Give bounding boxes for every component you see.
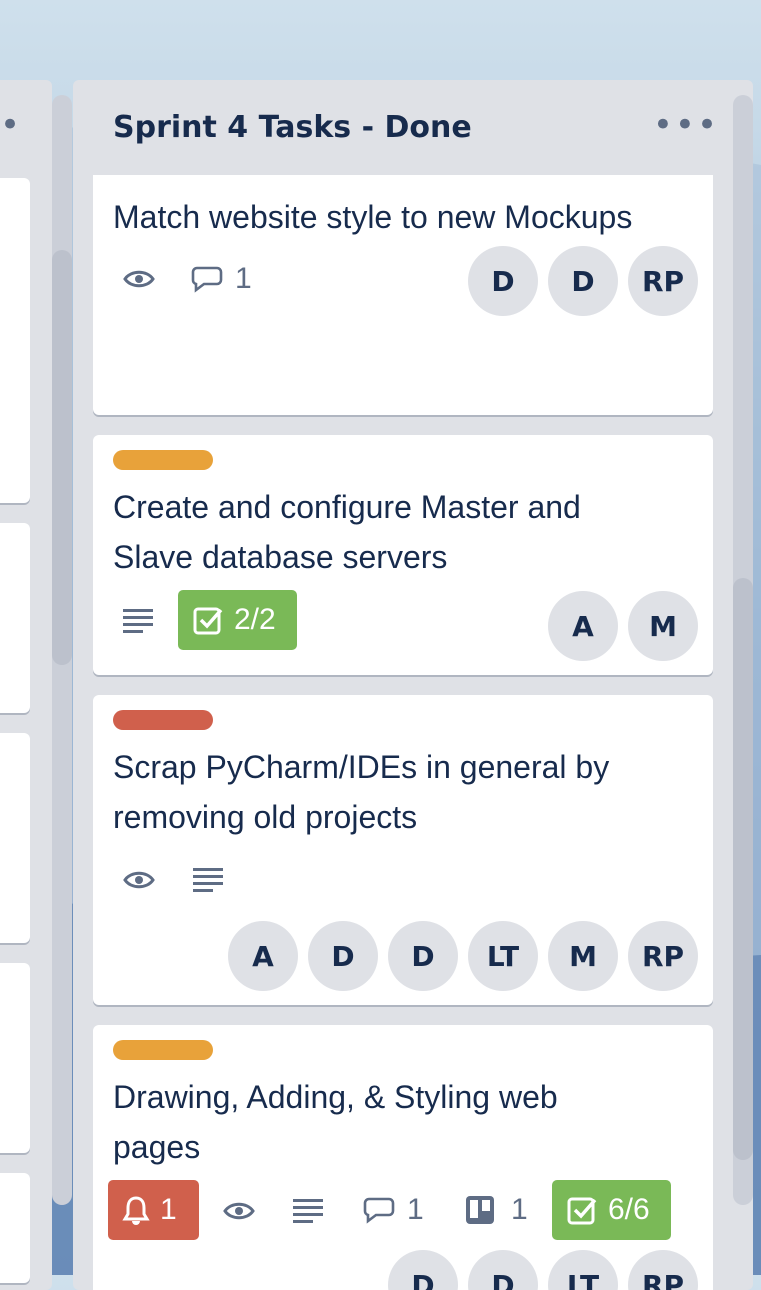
more-horizontal-icon[interactable]: ••• (653, 108, 719, 142)
member-avatar[interactable]: A (228, 921, 298, 991)
card-match-website-style[interactable]: Match website style to new Mockups 1 D D… (93, 175, 713, 415)
eye-icon (223, 1199, 255, 1223)
member-avatar[interactable]: D (548, 246, 618, 316)
checklist-icon (193, 607, 223, 635)
cards-container: Match website style to new Mockups 1 D D… (93, 175, 713, 1290)
description-icon (293, 1197, 325, 1223)
card-label-orange[interactable] (113, 1040, 213, 1060)
card-master-slave-db[interactable]: Create and configure Master and Slave da… (93, 435, 713, 675)
previous-list-card[interactable] (0, 178, 30, 503)
member-avatar[interactable]: LT (548, 1250, 618, 1290)
member-avatar[interactable]: D (308, 921, 378, 991)
card-title: Match website style to new Mockups (113, 199, 633, 235)
checklist-badge: 2/2 (178, 590, 297, 650)
previous-list-card[interactable] (0, 963, 30, 1153)
sprint-list: Sprint 4 Tasks - Done ••• Match website … (73, 80, 753, 1290)
member-avatar[interactable]: D (388, 921, 458, 991)
card-title: Scrap PyCharm/IDEs in general by removin… (113, 749, 610, 835)
comment-badge: 1 (363, 1193, 424, 1227)
description-icon (123, 607, 155, 633)
member-avatar[interactable]: RP (628, 1250, 698, 1290)
comment-badge: 1 (191, 262, 252, 296)
checklist-badge: 6/6 (552, 1180, 671, 1240)
member-avatar[interactable]: D (468, 1250, 538, 1290)
member-avatar[interactable]: A (548, 591, 618, 661)
comment-icon (363, 1197, 395, 1224)
member-avatar[interactable]: RP (628, 921, 698, 991)
checklist-icon (567, 1197, 597, 1225)
member-avatar[interactable]: D (388, 1250, 458, 1290)
previous-list-card[interactable] (0, 1173, 30, 1283)
member-avatar[interactable]: D (468, 246, 538, 316)
checklist-count: 6/6 (608, 1193, 650, 1226)
list-title[interactable]: Sprint 4 Tasks - Done (113, 110, 472, 145)
previous-list-card[interactable] (0, 733, 30, 943)
description-icon (193, 866, 225, 892)
attachment-badge: 1 (465, 1193, 528, 1227)
card-drawing-adding-styling[interactable]: Drawing, Adding, & Styling web pages 1 1… (93, 1025, 713, 1290)
previous-list-scrollbar-thumb[interactable] (52, 250, 72, 665)
member-avatar[interactable]: LT (468, 921, 538, 991)
comment-count: 1 (407, 1193, 424, 1226)
list-scrollbar-thumb[interactable] (733, 578, 753, 1160)
trello-board-icon (466, 1196, 494, 1224)
bell-icon (122, 1196, 150, 1225)
member-avatar[interactable]: M (548, 921, 618, 991)
member-avatar[interactable]: M (628, 591, 698, 661)
more-horizontal-icon[interactable]: •• (0, 108, 22, 142)
card-scrap-pycharm[interactable]: Scrap PyCharm/IDEs in general by removin… (93, 695, 713, 1005)
card-label-red[interactable] (113, 710, 213, 730)
member-avatar[interactable]: RP (628, 246, 698, 316)
card-title: Drawing, Adding, & Styling web pages (113, 1079, 558, 1165)
attachment-count: 1 (511, 1193, 528, 1226)
comment-icon (191, 266, 223, 293)
card-title: Create and configure Master and Slave da… (113, 489, 581, 575)
comment-count: 1 (235, 262, 252, 295)
eye-icon (123, 868, 155, 892)
eye-icon (123, 267, 155, 291)
notification-badge: 1 (108, 1180, 199, 1240)
notification-count: 1 (160, 1193, 177, 1226)
checklist-count: 2/2 (234, 603, 276, 636)
card-label-orange[interactable] (113, 450, 213, 470)
previous-list-card[interactable] (0, 523, 30, 713)
